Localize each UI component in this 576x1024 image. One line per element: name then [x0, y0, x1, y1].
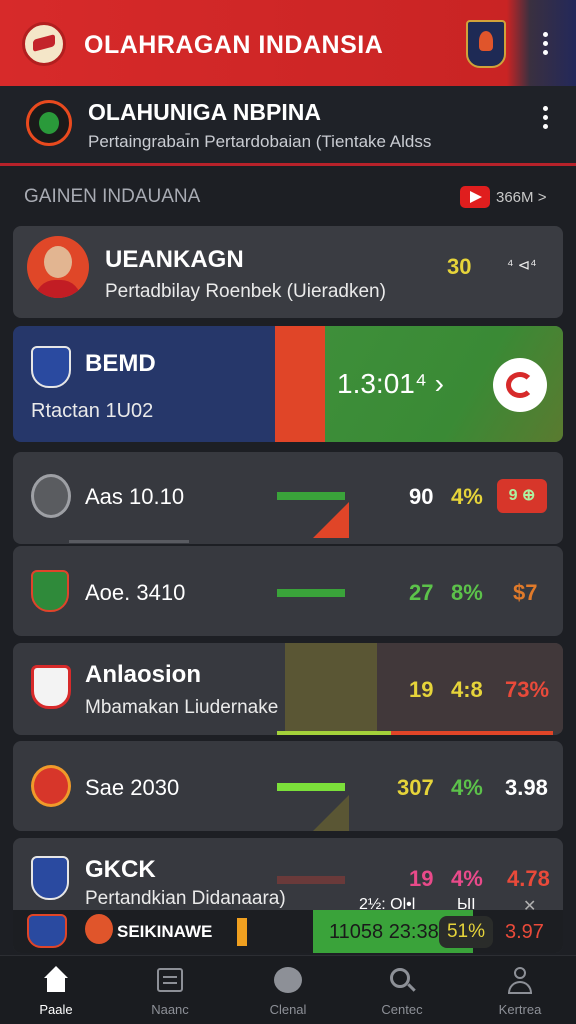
app-logo-icon [22, 22, 66, 66]
team-crest-icon [31, 665, 71, 709]
app-title: OLAHRAGAN INDANSIA [84, 31, 384, 59]
section-title: GAINEN INDAUANA [24, 186, 201, 207]
more-menu-icon[interactable] [540, 32, 550, 55]
row-label: GKCK [85, 856, 156, 883]
row-stat-b: 4% [451, 775, 483, 800]
row-stat-c: 3.98 [505, 775, 548, 800]
ticker-brand: SEIKINAWE [117, 922, 213, 941]
row-stat-a: 27 [409, 580, 434, 605]
ticker-t2: ЫI [457, 896, 476, 913]
row-badge[interactable]: 9 ⊕ [497, 479, 547, 513]
team-crest-icon [31, 474, 71, 518]
play-icon [460, 186, 490, 208]
brand-icon [85, 914, 113, 944]
trend-marker [313, 795, 349, 831]
match-score: 1.3:01⁴ › [337, 368, 444, 399]
ticker-t1: 2½: Ol•l [359, 896, 416, 913]
row-stat-a: 307 [397, 775, 434, 800]
news-icon [155, 966, 185, 996]
trend-marker [313, 502, 349, 538]
list-item[interactable]: GKCK Pertandkian Didanaara) 19 4% 4.78 S… [13, 838, 563, 953]
team-crest-icon [31, 856, 69, 900]
nav-profile[interactable]: Kertrea [480, 966, 560, 1017]
club-badge-icon[interactable] [466, 20, 506, 68]
home-icon [41, 966, 71, 996]
nav-home-label: Paale [39, 1002, 73, 1017]
live-ticker[interactable]: SEIKINAWE 2½: Ol•l ЫI ✕ 11058 23:38 51% … [13, 896, 563, 953]
row-label: Sae 2030 [85, 775, 180, 800]
sub-title: OLAHUNIGA NBPINA [88, 99, 321, 125]
row-stat-b: 4% [451, 866, 483, 891]
team-crest-icon [31, 765, 71, 807]
row-sub: Pertandkian Didanaara) [85, 888, 286, 909]
row-stat-b: 4% [451, 484, 483, 509]
search-icon [387, 966, 417, 996]
nav-profile-label: Kertrea [498, 1002, 542, 1017]
nav-channel-label: Clenal [269, 1002, 307, 1017]
stat-bar-2 [391, 731, 553, 735]
team-crest-icon [27, 914, 67, 948]
close-icon[interactable]: ✕ [523, 896, 536, 916]
match-team: BEMD [85, 350, 156, 377]
nav-search[interactable]: Centec [362, 966, 442, 1017]
sub-subtitle: Pertaingrabaı̄n Pertardobaian (Tientake … [88, 132, 432, 151]
player-figure-icon [237, 918, 247, 946]
chat-icon [273, 966, 303, 996]
match-divider [275, 326, 325, 442]
row-label: Aas 10.10 [85, 484, 185, 509]
list-item[interactable]: Aas 10.10 90 4% 9 ⊕ [13, 452, 563, 544]
profile-icon [505, 966, 535, 996]
stat-bar [277, 876, 345, 884]
row-stat-a: 90 [409, 484, 434, 509]
team-crest-icon [31, 346, 71, 388]
ticker-score: 11058 23:38 [329, 921, 439, 943]
stat-bar [277, 731, 391, 735]
row-stat-a: 19 [409, 866, 434, 891]
player-desc: Pertadbilay Roenbek (Uieradken) [105, 281, 386, 302]
app-header: OLAHRAGAN INDANSIA [0, 0, 576, 86]
sub-header: OLAHUNIGA NBPINA Pertaingrabaı̄n Pertard… [0, 86, 576, 166]
row-stat-b: 4:8 [451, 677, 483, 702]
nav-news[interactable]: Naanc [130, 966, 210, 1017]
match-sub: Rtactan 1U02 [31, 400, 154, 422]
highlight-block [285, 643, 377, 733]
player-name: UEANKAGN [105, 246, 244, 273]
row-stat-c: 4.78 [507, 866, 550, 891]
progress-track [69, 540, 189, 543]
row-stat-c: $7 [513, 580, 538, 605]
avatar [27, 236, 89, 298]
sub-more-icon[interactable] [540, 106, 550, 129]
video-label: 366M > [496, 188, 547, 206]
stat-bar [277, 783, 345, 791]
row-stat-a: 19 [409, 677, 434, 702]
list-item[interactable]: Anlaosion Mbamakan Liudernake 19 4:8 73% [13, 643, 563, 735]
row-label: Aoe. 3410 [85, 580, 186, 605]
ticker-val: 3.97 [505, 921, 544, 943]
row-sub: Mbamakan Liudernake [85, 697, 279, 718]
player-extra: ⁴ ⊲⁴ [507, 257, 537, 274]
row-stat-b: 8% [451, 580, 483, 605]
nav-search-label: Centec [381, 1002, 423, 1017]
match-card[interactable]: BEMD Rtactan 1U02 1.3:01⁴ › [13, 326, 563, 442]
live-icon[interactable] [493, 358, 547, 412]
list-item[interactable]: Aoe. 3410 27 8% $7 [13, 546, 563, 636]
stat-bar [277, 589, 345, 597]
bottom-nav: Paale Naanc Clenal Centec Kertrea [0, 955, 576, 1024]
nav-home[interactable]: Paale [16, 966, 96, 1017]
player-value: 30 [447, 254, 472, 279]
row-stat-c: 73% [505, 677, 550, 702]
featured-player-card[interactable]: UEANKAGN Pertadbilay Roenbek (Uieradken)… [13, 226, 563, 318]
stat-bar [277, 492, 345, 500]
team-crest-icon [31, 570, 69, 612]
video-link[interactable]: 366M > [460, 186, 546, 208]
list-item[interactable]: Sae 2030 307 4% 3.98 [13, 741, 563, 831]
league-crest-icon [26, 100, 72, 146]
ticker-pct: 51% [439, 916, 493, 948]
nav-news-label: Naanc [151, 1002, 189, 1017]
row-label: Anlaosion [85, 661, 202, 688]
nav-channel[interactable]: Clenal [248, 966, 328, 1017]
